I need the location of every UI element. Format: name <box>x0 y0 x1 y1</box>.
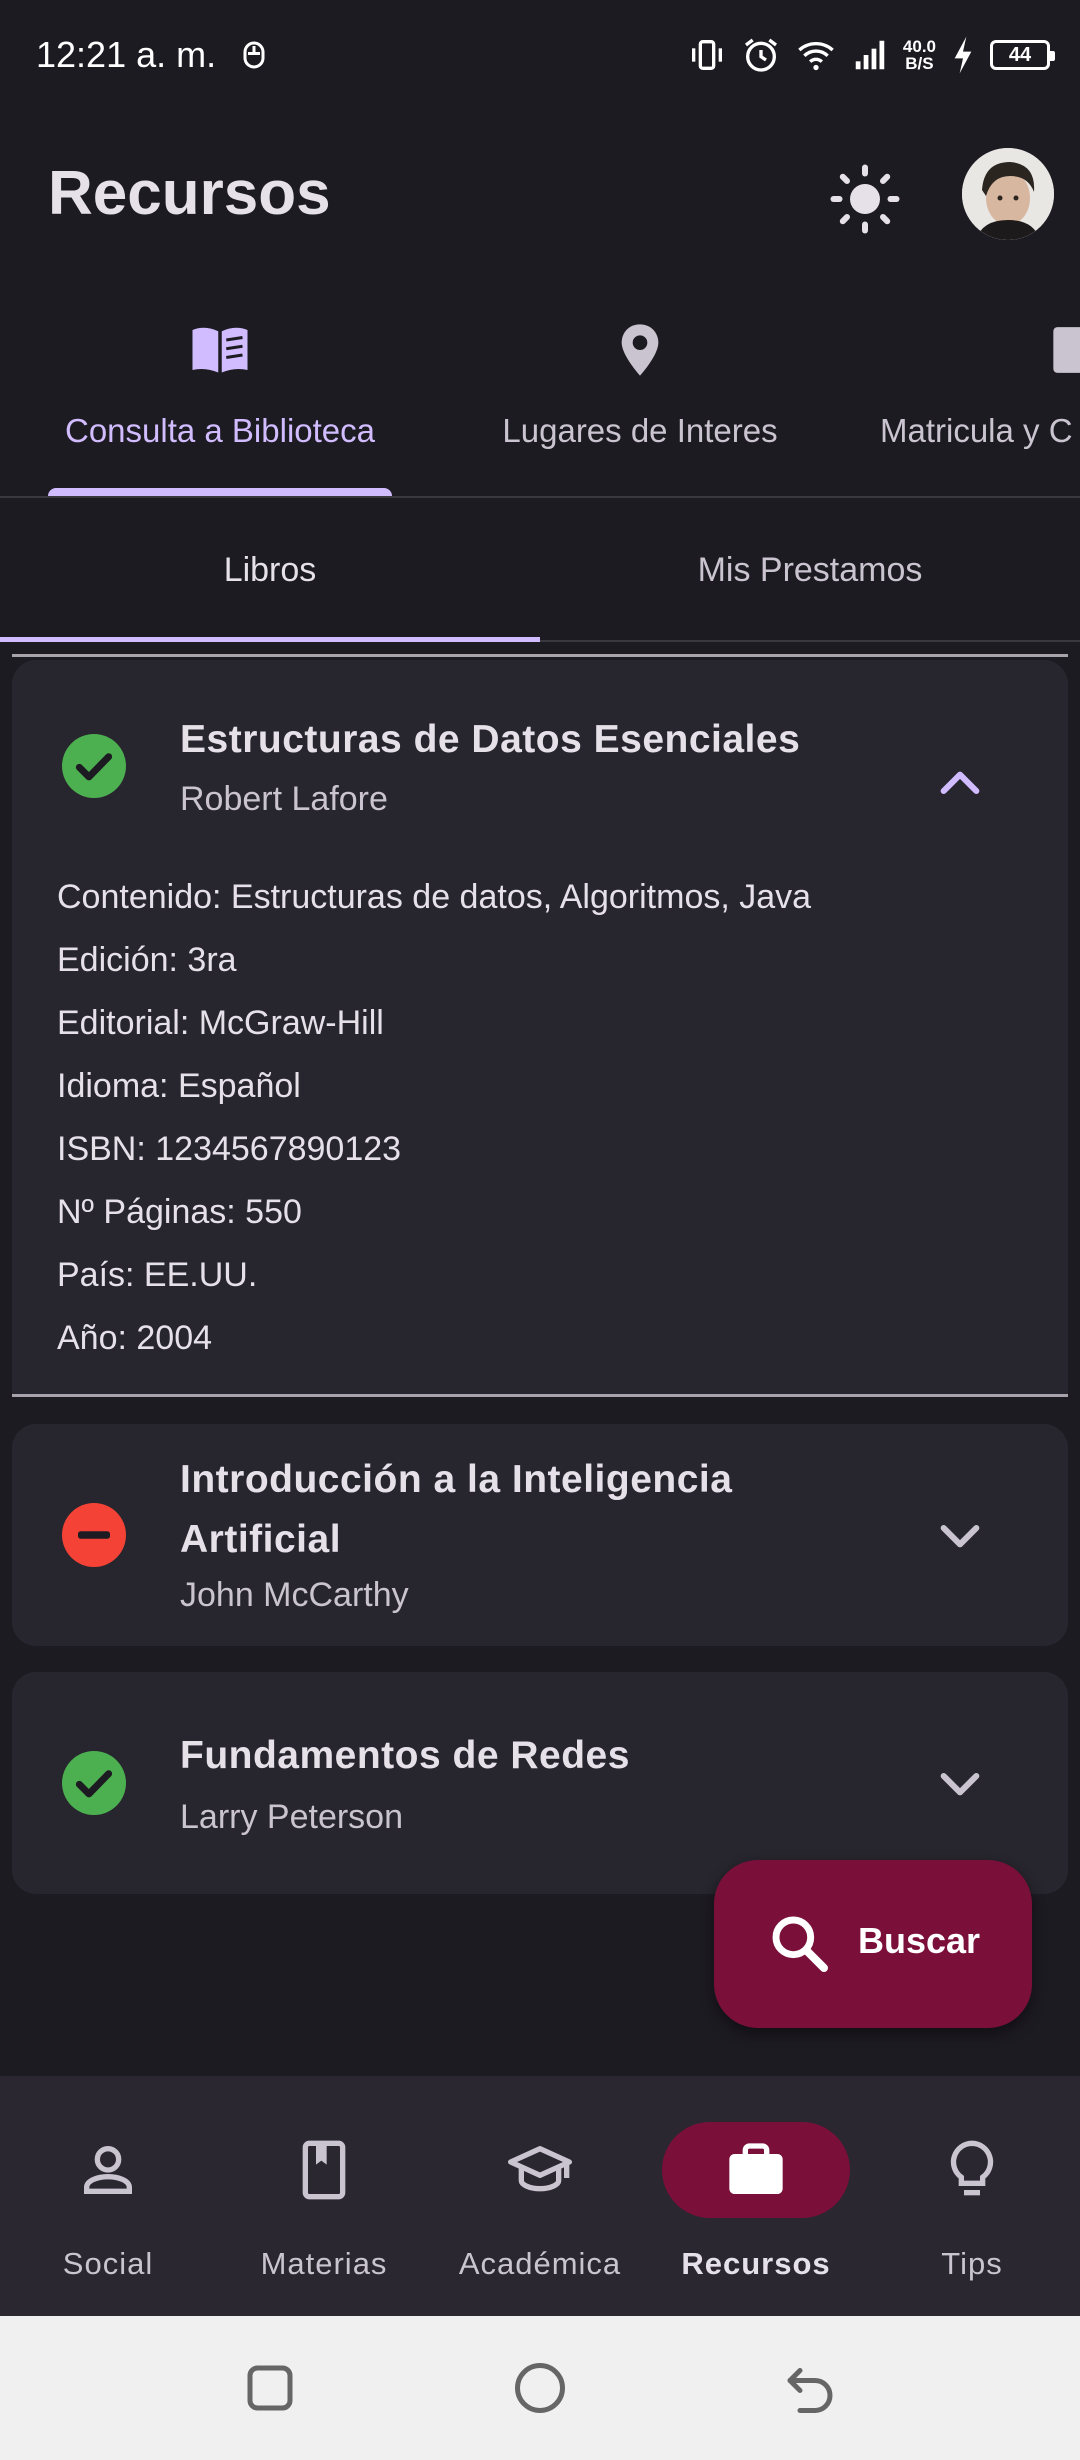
divider <box>12 654 1068 657</box>
nav-label: Académica <box>458 2246 622 2281</box>
tab-label: Mis Prestamos <box>697 550 923 589</box>
nav-item-recursos[interactable]: Recursos <box>648 2076 864 2316</box>
fab-label: Buscar <box>858 1920 981 1961</box>
status-time: 12:21 a. m. <box>36 34 217 75</box>
nav-item-materias[interactable]: Materias <box>216 2076 432 2316</box>
available-check-icon <box>62 734 126 798</box>
person-icon <box>84 2146 132 2194</box>
tab-label: Matricula y C <box>880 412 1073 449</box>
system-navigation-bar <box>0 2316 1080 2460</box>
theme-toggle-button[interactable] <box>820 154 910 244</box>
search-icon <box>772 1916 828 1972</box>
status-bar: 12:21 a. m. 40.0 B/S 44 <box>0 0 1080 110</box>
signal-icon <box>855 40 885 70</box>
recents-button[interactable] <box>240 2358 300 2418</box>
nav-label: Materias <box>260 2246 388 2281</box>
sun-icon <box>830 164 900 234</box>
net-speed: 40.0 B/S <box>903 38 936 72</box>
book-title-line1: Introducción a la Inteligencia <box>180 1458 733 1501</box>
tab-libros[interactable]: Libros <box>0 500 540 642</box>
charging-icon <box>954 36 972 74</box>
net-speed-unit: B/S <box>905 54 934 73</box>
back-button[interactable] <box>780 2358 840 2418</box>
alarm-icon <box>744 38 777 72</box>
book-title: Fundamentos de Redes <box>180 1734 630 1777</box>
book-author: Robert Lafore <box>180 780 388 818</box>
chevron-down-icon[interactable] <box>932 1507 988 1563</box>
graduation-cap-icon <box>508 2146 572 2192</box>
nav-label: Recursos <box>681 2246 831 2281</box>
available-check-icon <box>62 1751 126 1815</box>
active-tab-indicator <box>0 637 540 642</box>
book-detail-isbn: ISBN: 1234567890123 <box>57 1130 402 1168</box>
avatar[interactable] <box>962 148 1054 240</box>
nav-item-tips[interactable]: Tips <box>864 2076 1080 2316</box>
chevron-up-icon[interactable] <box>932 756 988 812</box>
nav-label: Tips <box>941 2246 1003 2281</box>
briefcase-icon <box>729 2143 783 2194</box>
book-detail-idioma: Idioma: Español <box>57 1067 301 1105</box>
usb-debug-icon <box>243 41 265 69</box>
primary-tabs: Consulta a Biblioteca Lugares de Interes… <box>0 290 1080 498</box>
app-bar: Recursos <box>0 110 1080 280</box>
secondary-tabs: Libros Mis Prestamos <box>0 500 1080 642</box>
vibrate-icon <box>691 40 722 70</box>
search-fab-button[interactable]: Buscar <box>714 1860 1032 2028</box>
tab-lugares-de-interes[interactable]: Lugares de Interes <box>470 290 810 496</box>
home-button[interactable] <box>510 2358 570 2418</box>
book-detail-contenido: Contenido: Estructuras de datos, Algorit… <box>57 878 812 916</box>
book-icon <box>302 2140 346 2200</box>
tab-mis-prestamos[interactable]: Mis Prestamos <box>540 500 1080 640</box>
net-speed-value: 40.0 <box>902 37 936 56</box>
bottom-navigation: Social Materias Académica Recursos Tips <box>0 2076 1080 2316</box>
tab-label: Consulta a Biblioteca <box>64 412 376 449</box>
book-detail-paginas: Nº Páginas: 550 <box>57 1193 302 1231</box>
document-icon <box>1053 327 1080 373</box>
book-open-icon <box>192 327 248 373</box>
book-title-line2: Artificial <box>180 1518 342 1561</box>
nav-item-social[interactable]: Social <box>0 2076 216 2316</box>
book-author: John McCarthy <box>180 1576 409 1614</box>
book-card-expanded[interactable]: Estructuras de Datos Esenciales Robert L… <box>12 660 1068 1394</box>
book-title: Estructuras de Datos Esenciales <box>180 718 801 761</box>
tab-matricula[interactable]: Matricula y C <box>880 290 1080 496</box>
location-pin-icon <box>621 324 659 376</box>
nav-item-academica[interactable]: Académica <box>432 2076 648 2316</box>
tab-label: Lugares de Interes <box>502 412 778 449</box>
book-author: Larry Peterson <box>180 1798 403 1836</box>
book-detail-anio: Año: 2004 <box>57 1319 213 1357</box>
lightbulb-icon <box>950 2140 994 2196</box>
unavailable-icon <box>62 1503 126 1567</box>
tab-label: Libros <box>223 550 317 589</box>
book-card[interactable]: Introducción a la Inteligencia Artificia… <box>12 1424 1068 1646</box>
page-title: Recursos <box>48 159 331 228</box>
battery-indicator: 44 <box>990 40 1055 70</box>
book-detail-edicion: Edición: 3ra <box>57 941 237 979</box>
book-detail-editorial: Editorial: McGraw-Hill <box>57 1004 384 1042</box>
avatar-photo <box>962 148 1054 240</box>
tab-consulta-biblioteca[interactable]: Consulta a Biblioteca <box>48 290 392 496</box>
chevron-down-icon[interactable] <box>932 1755 988 1811</box>
divider <box>12 1394 1068 1397</box>
book-detail-pais: País: EE.UU. <box>57 1256 258 1294</box>
nav-label: Social <box>62 2246 154 2281</box>
active-tab-indicator <box>48 488 392 496</box>
status-icons: 40.0 B/S 44 <box>687 30 1055 80</box>
wifi-icon <box>798 42 834 71</box>
